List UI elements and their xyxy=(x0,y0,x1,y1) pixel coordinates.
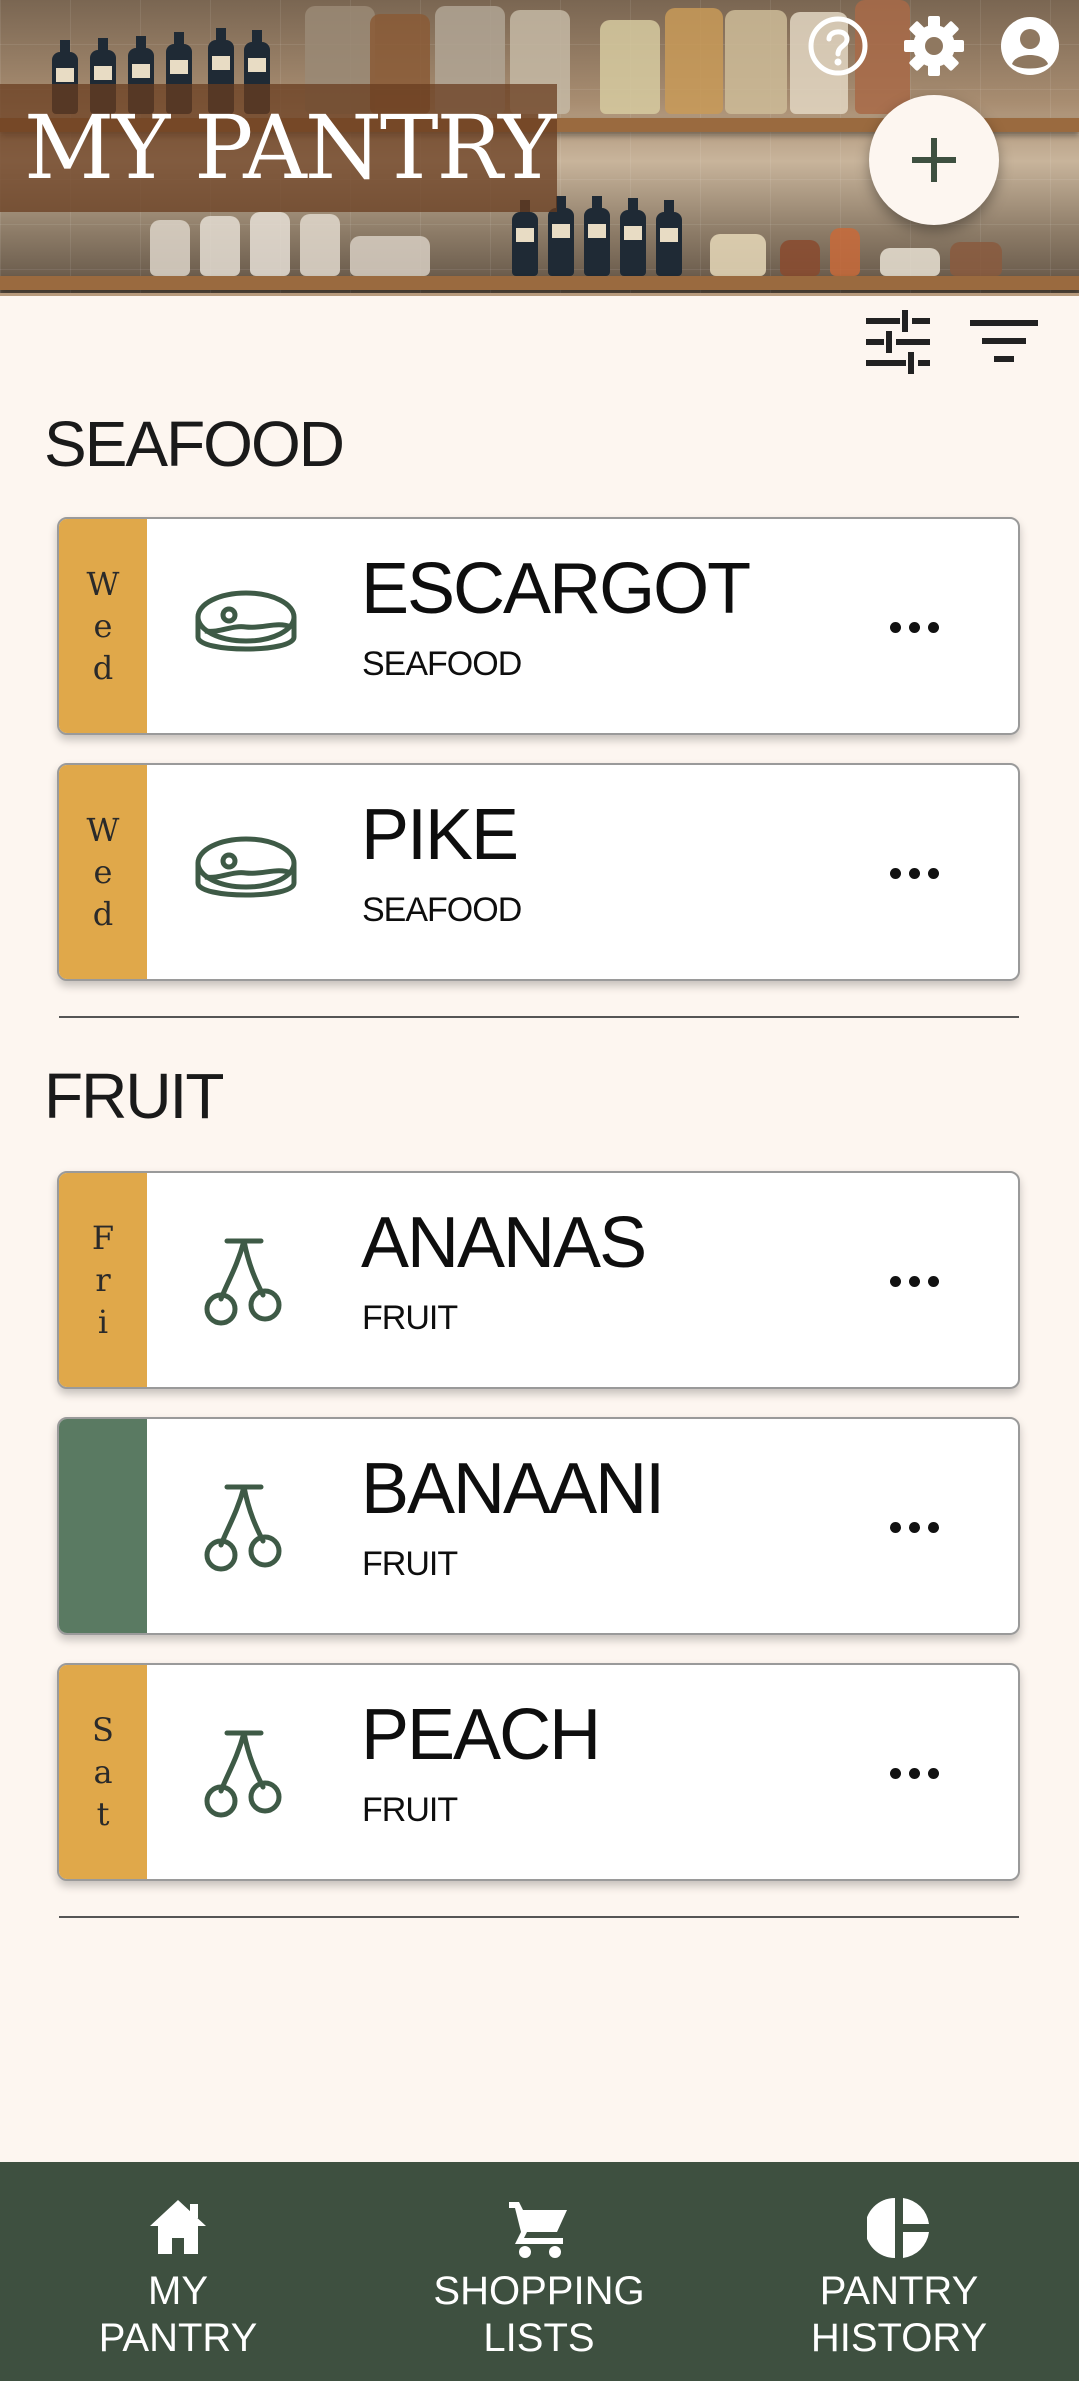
section-title-fruit: FRUIT xyxy=(44,1060,224,1132)
day-strip: F r i xyxy=(59,1173,147,1387)
item-category: FRUIT xyxy=(362,1791,458,1829)
account-icon[interactable] xyxy=(998,14,1062,78)
bottom-nav: MY PANTRY SHOPPING LISTS PANTRY HISTORY xyxy=(0,2162,1079,2381)
list-item[interactable]: F r i ANANAS FRUIT xyxy=(57,1171,1020,1389)
pie-chart-icon xyxy=(865,2196,931,2260)
item-category: FRUIT xyxy=(362,1545,458,1583)
section-divider xyxy=(59,1016,1019,1018)
home-icon xyxy=(146,2196,210,2260)
cherry-icon xyxy=(191,1227,301,1337)
more-options-button[interactable] xyxy=(869,1253,959,1309)
more-options-button[interactable] xyxy=(869,1745,959,1801)
item-name: BANAANI xyxy=(361,1449,665,1529)
cherry-icon xyxy=(191,1473,301,1583)
add-item-button[interactable] xyxy=(869,95,999,225)
plus-icon xyxy=(912,138,956,182)
day-strip: W e d xyxy=(59,519,147,733)
filter-icon[interactable] xyxy=(968,306,1040,378)
nav-label: PANTRY HISTORY xyxy=(810,2269,988,2360)
sliders-icon[interactable] xyxy=(862,306,934,378)
meat-icon xyxy=(191,573,301,683)
nav-shopping-lists[interactable]: SHOPPING LISTS xyxy=(389,2196,689,2362)
day-strip: W e d xyxy=(59,765,147,979)
section-divider xyxy=(59,1916,1019,1918)
section-title-seafood: SEAFOOD xyxy=(44,408,345,480)
item-name: ANANAS xyxy=(361,1203,647,1283)
nav-pantry-history[interactable]: PANTRY HISTORY xyxy=(749,2196,1049,2362)
more-options-button[interactable] xyxy=(869,1499,959,1555)
item-name: PIKE xyxy=(361,795,519,875)
nav-label: SHOPPING LISTS xyxy=(433,2269,645,2360)
help-icon[interactable] xyxy=(806,14,870,78)
list-item[interactable]: W e d ESCARGOT SEAFOOD xyxy=(57,517,1020,735)
gear-icon[interactable] xyxy=(902,14,966,78)
item-category: SEAFOOD xyxy=(362,891,522,929)
more-options-button[interactable] xyxy=(869,845,959,901)
item-name: PEACH xyxy=(361,1695,601,1775)
meat-icon xyxy=(191,819,301,929)
day-strip xyxy=(59,1419,147,1633)
day-strip: S a t xyxy=(59,1665,147,1879)
item-name: ESCARGOT xyxy=(361,549,751,629)
list-item[interactable]: BANAANI FRUIT xyxy=(57,1417,1020,1635)
page-title: MY PANTRY xyxy=(24,96,556,199)
nav-label: MY PANTRY xyxy=(98,2269,258,2360)
item-category: FRUIT xyxy=(362,1299,458,1337)
list-item[interactable]: W e d PIKE SEAFOOD xyxy=(57,763,1020,981)
cart-icon xyxy=(507,2196,571,2260)
item-category: SEAFOOD xyxy=(362,645,522,683)
more-options-button[interactable] xyxy=(869,599,959,655)
cherry-icon xyxy=(191,1719,301,1829)
header-banner: MY PANTRY xyxy=(0,0,1079,296)
nav-my-pantry[interactable]: MY PANTRY xyxy=(28,2196,328,2362)
list-item[interactable]: S a t PEACH FRUIT xyxy=(57,1663,1020,1881)
